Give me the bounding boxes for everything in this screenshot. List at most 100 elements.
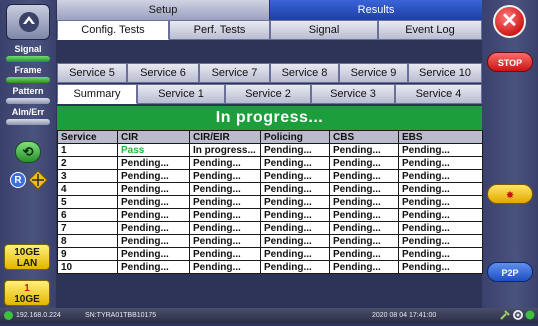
signal-led <box>6 56 50 62</box>
cell-cir: Pending... <box>117 234 190 248</box>
cell-policing: Pending... <box>260 143 330 157</box>
table-row[interactable]: 10 Pending... Pending... Pending... Pend… <box>57 260 483 274</box>
cell-policing: Pending... <box>260 182 330 196</box>
cell-cbs: Pending... <box>329 182 399 196</box>
tab-service-8[interactable]: Service 8 <box>270 63 339 83</box>
alarm-error-led <box>6 119 50 125</box>
pattern-led <box>6 98 50 104</box>
tab-service-2[interactable]: Service 2 <box>225 84 311 104</box>
tab-service-10[interactable]: Service 10 <box>408 63 482 83</box>
tab-summary[interactable]: Summary <box>57 84 137 104</box>
cell-ebs: Pending... <box>398 195 483 209</box>
cell-cir-eir: Pending... <box>189 156 261 170</box>
port-mode-top: 10GE <box>14 247 40 258</box>
home-logo-button[interactable] <box>6 4 50 40</box>
close-button[interactable]: ✕ <box>493 5 526 38</box>
tab-service-9[interactable]: Service 9 <box>339 63 408 83</box>
table-row[interactable]: 1 Pass In progress... Pending... Pending… <box>57 143 483 157</box>
cell-cbs: Pending... <box>329 234 399 248</box>
remote-r-icon[interactable]: R <box>10 172 26 188</box>
history-icon: ⟲ <box>22 144 34 159</box>
cell-cbs: Pending... <box>329 156 399 170</box>
p2p-button[interactable]: P2P <box>487 262 533 282</box>
cell-policing: Pending... <box>260 234 330 248</box>
tab-setup[interactable]: Setup <box>57 0 269 20</box>
col-header-policing: Policing <box>260 130 330 144</box>
cell-policing: Pending... <box>260 156 330 170</box>
tab-event-log[interactable]: Event Log <box>378 20 482 40</box>
power-icon[interactable] <box>525 310 535 326</box>
tab-signal[interactable]: Signal <box>270 20 378 40</box>
tab-service-7[interactable]: Service 7 <box>199 63 270 83</box>
table-row[interactable]: 9 Pending... Pending... Pending... Pendi… <box>57 247 483 261</box>
tab-service-3[interactable]: Service 3 <box>311 84 395 104</box>
cell-ebs: Pending... <box>398 247 483 261</box>
history-button[interactable]: ⟲ <box>15 141 41 163</box>
cell-policing: Pending... <box>260 221 330 235</box>
table-row[interactable]: 4 Pending... Pending... Pending... Pendi… <box>57 182 483 196</box>
cell-cir: Pending... <box>117 208 190 222</box>
status-bar: 192.168.0.224 SN:TYRA01TBB10175 2020 08 … <box>0 308 538 323</box>
alarm-error-label[interactable]: Alm/Err <box>0 107 56 117</box>
cell-policing: Pending... <box>260 260 330 274</box>
cell-ebs: Pending... <box>398 156 483 170</box>
laser-button[interactable]: ✸ <box>487 184 533 204</box>
cell-cbs: Pending... <box>329 221 399 235</box>
cell-policing: Pending... <box>260 195 330 209</box>
cell-cbs: Pending... <box>329 260 399 274</box>
tab-service-4[interactable]: Service 4 <box>395 84 482 104</box>
table-row[interactable]: 2 Pending... Pending... Pending... Pendi… <box>57 156 483 170</box>
frame-label[interactable]: Frame <box>0 65 56 75</box>
cell-cir: Pending... <box>117 182 190 196</box>
left-sidebar: Signal Frame Pattern Alm/Err ⟲ R 10GE LA… <box>0 0 56 308</box>
cell-service: 5 <box>57 195 118 209</box>
signal-label[interactable]: Signal <box>0 44 56 54</box>
tab-service-1[interactable]: Service 1 <box>137 84 225 104</box>
col-header-service: Service <box>57 130 118 144</box>
cell-ebs: Pending... <box>398 169 483 183</box>
table-row[interactable]: 3 Pending... Pending... Pending... Pendi… <box>57 169 483 183</box>
cell-cir-eir: Pending... <box>189 208 261 222</box>
cell-ebs: Pending... <box>398 143 483 157</box>
tab-perf-tests[interactable]: Perf. Tests <box>169 20 270 40</box>
cell-service: 7 <box>57 221 118 235</box>
cell-ebs: Pending... <box>398 221 483 235</box>
table-row[interactable]: 5 Pending... Pending... Pending... Pendi… <box>57 195 483 209</box>
table-row[interactable]: 8 Pending... Pending... Pending... Pendi… <box>57 234 483 248</box>
cell-service: 3 <box>57 169 118 183</box>
cell-service: 1 <box>57 143 118 157</box>
tab-config-tests[interactable]: Config. Tests <box>57 20 169 40</box>
cell-cbs: Pending... <box>329 195 399 209</box>
tab-results[interactable]: Results <box>270 0 482 20</box>
port-speed: 10GE <box>14 294 40 305</box>
tab-service-6[interactable]: Service 6 <box>127 63 199 83</box>
tools-icon[interactable] <box>500 310 510 326</box>
serial-number: SN:TYRA01TBB10175 <box>85 312 157 319</box>
table-header-row: Service CIR CIR/EIR Policing CBS EBS <box>57 130 483 144</box>
cell-cir: Pending... <box>117 247 190 261</box>
cell-service: 8 <box>57 234 118 248</box>
cell-ebs: Pending... <box>398 182 483 196</box>
date-time: 2020 08 04 17:41:00 <box>372 312 437 319</box>
laser-icon: ✸ <box>506 190 514 200</box>
port-select-button[interactable]: 1 10GE <box>4 280 50 306</box>
port-mode-button[interactable]: 10GE LAN <box>4 244 50 270</box>
settings-icon[interactable] <box>513 310 523 326</box>
cell-cir-eir: In progress... <box>189 143 261 157</box>
right-sidebar: ✕ STOP ✸ P2P <box>482 0 538 308</box>
cell-service: 6 <box>57 208 118 222</box>
progress-banner: In progress... <box>57 106 482 130</box>
cell-cir: Pending... <box>117 195 190 209</box>
cell-cbs: Pending... <box>329 169 399 183</box>
stop-button[interactable]: STOP <box>487 52 533 72</box>
tab-service-5[interactable]: Service 5 <box>57 63 127 83</box>
cell-service: 2 <box>57 156 118 170</box>
network-icon[interactable] <box>28 170 48 190</box>
cell-cbs: Pending... <box>329 143 399 157</box>
table-row[interactable]: 7 Pending... Pending... Pending... Pendi… <box>57 221 483 235</box>
table-row[interactable]: 6 Pending... Pending... Pending... Pendi… <box>57 208 483 222</box>
cell-policing: Pending... <box>260 247 330 261</box>
cell-cir-eir: Pending... <box>189 234 261 248</box>
cell-cir-eir: Pending... <box>189 195 261 209</box>
pattern-label[interactable]: Pattern <box>0 86 56 96</box>
